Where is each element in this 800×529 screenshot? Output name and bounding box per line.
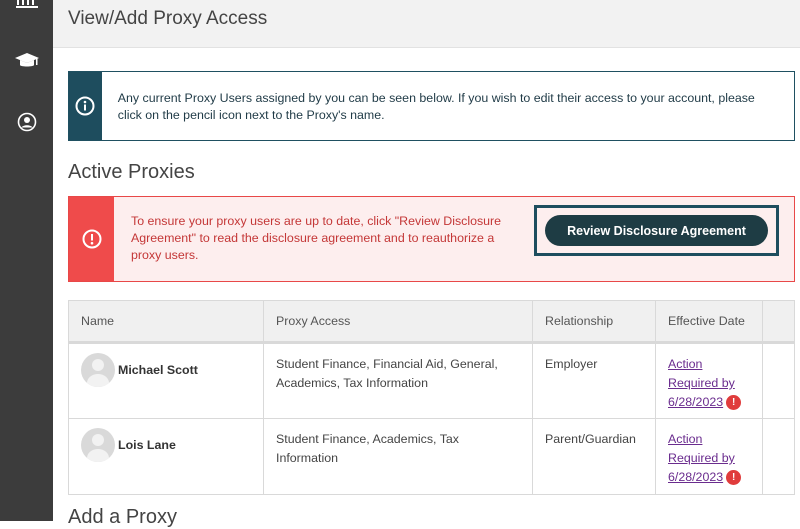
table-header-row: Name Proxy Access Relationship Effective… bbox=[68, 300, 795, 344]
column-header-effective-date[interactable]: Effective Date bbox=[655, 300, 763, 344]
add-proxy-title: Add a Proxy bbox=[68, 506, 177, 528]
column-header-actions bbox=[762, 300, 795, 344]
proxy-access: Student Finance, Academics, Tax Informat… bbox=[263, 418, 533, 495]
action-required-link[interactable]: Required by bbox=[668, 376, 735, 390]
column-header-proxy-access[interactable]: Proxy Access bbox=[263, 300, 533, 344]
action-required-link[interactable]: Action bbox=[668, 357, 702, 371]
avatar bbox=[81, 353, 115, 387]
action-required-link[interactable]: Action bbox=[668, 432, 702, 446]
table-row[interactable]: Michael Scott Student Finance, Financial… bbox=[68, 342, 795, 419]
review-disclosure-button[interactable]: Review Disclosure Agreement bbox=[545, 215, 768, 246]
info-banner: Any current Proxy Users assigned by you … bbox=[68, 71, 795, 141]
alert-line: Agreement" to read the disclosure agreem… bbox=[131, 231, 495, 245]
row-actions-cell bbox=[763, 343, 795, 419]
action-required-link[interactable]: 6/28/2023 bbox=[668, 395, 723, 409]
info-icon bbox=[69, 72, 102, 140]
proxies-table: Name Proxy Access Relationship Effective… bbox=[68, 300, 795, 495]
info-text: Any current Proxy Users assigned by you … bbox=[117, 91, 755, 122]
warning-icon: ! bbox=[726, 395, 742, 411]
graduation-cap-icon[interactable] bbox=[0, 52, 53, 70]
page-title: View/Add Proxy Access bbox=[68, 8, 268, 29]
alert-line: To ensure your proxy users are up to dat… bbox=[131, 214, 502, 228]
sidebar bbox=[0, 0, 53, 521]
action-required-link[interactable]: Required by bbox=[668, 451, 735, 465]
user-icon[interactable] bbox=[0, 112, 53, 132]
action-required-link[interactable]: 6/28/2023 bbox=[668, 470, 723, 484]
relationship: Parent/Guardian bbox=[532, 418, 656, 495]
proxy-name[interactable]: Lois Lane bbox=[118, 436, 176, 455]
column-header-name[interactable]: Name bbox=[68, 300, 264, 344]
column-header-relationship[interactable]: Relationship bbox=[532, 300, 656, 344]
alert-icon bbox=[69, 197, 114, 281]
active-proxies-title: Active Proxies bbox=[68, 161, 195, 183]
proxy-name[interactable]: Michael Scott bbox=[118, 361, 198, 380]
avatar bbox=[81, 428, 115, 462]
page-header: View/Add Proxy Access bbox=[53, 0, 800, 48]
proxy-access: Student Finance, Financial Aid, General,… bbox=[263, 342, 533, 419]
warning-icon: ! bbox=[726, 470, 742, 486]
review-button-focus-ring: Review Disclosure Agreement bbox=[534, 205, 779, 256]
relationship: Employer bbox=[532, 342, 656, 419]
alert-line: proxy users. bbox=[131, 248, 199, 262]
building-icon[interactable] bbox=[0, 0, 53, 10]
alert-text: To ensure your proxy users are up to dat… bbox=[114, 197, 531, 281]
row-actions-cell bbox=[763, 419, 795, 495]
table-row[interactable]: Lois Lane Student Finance, Academics, Ta… bbox=[68, 418, 795, 495]
